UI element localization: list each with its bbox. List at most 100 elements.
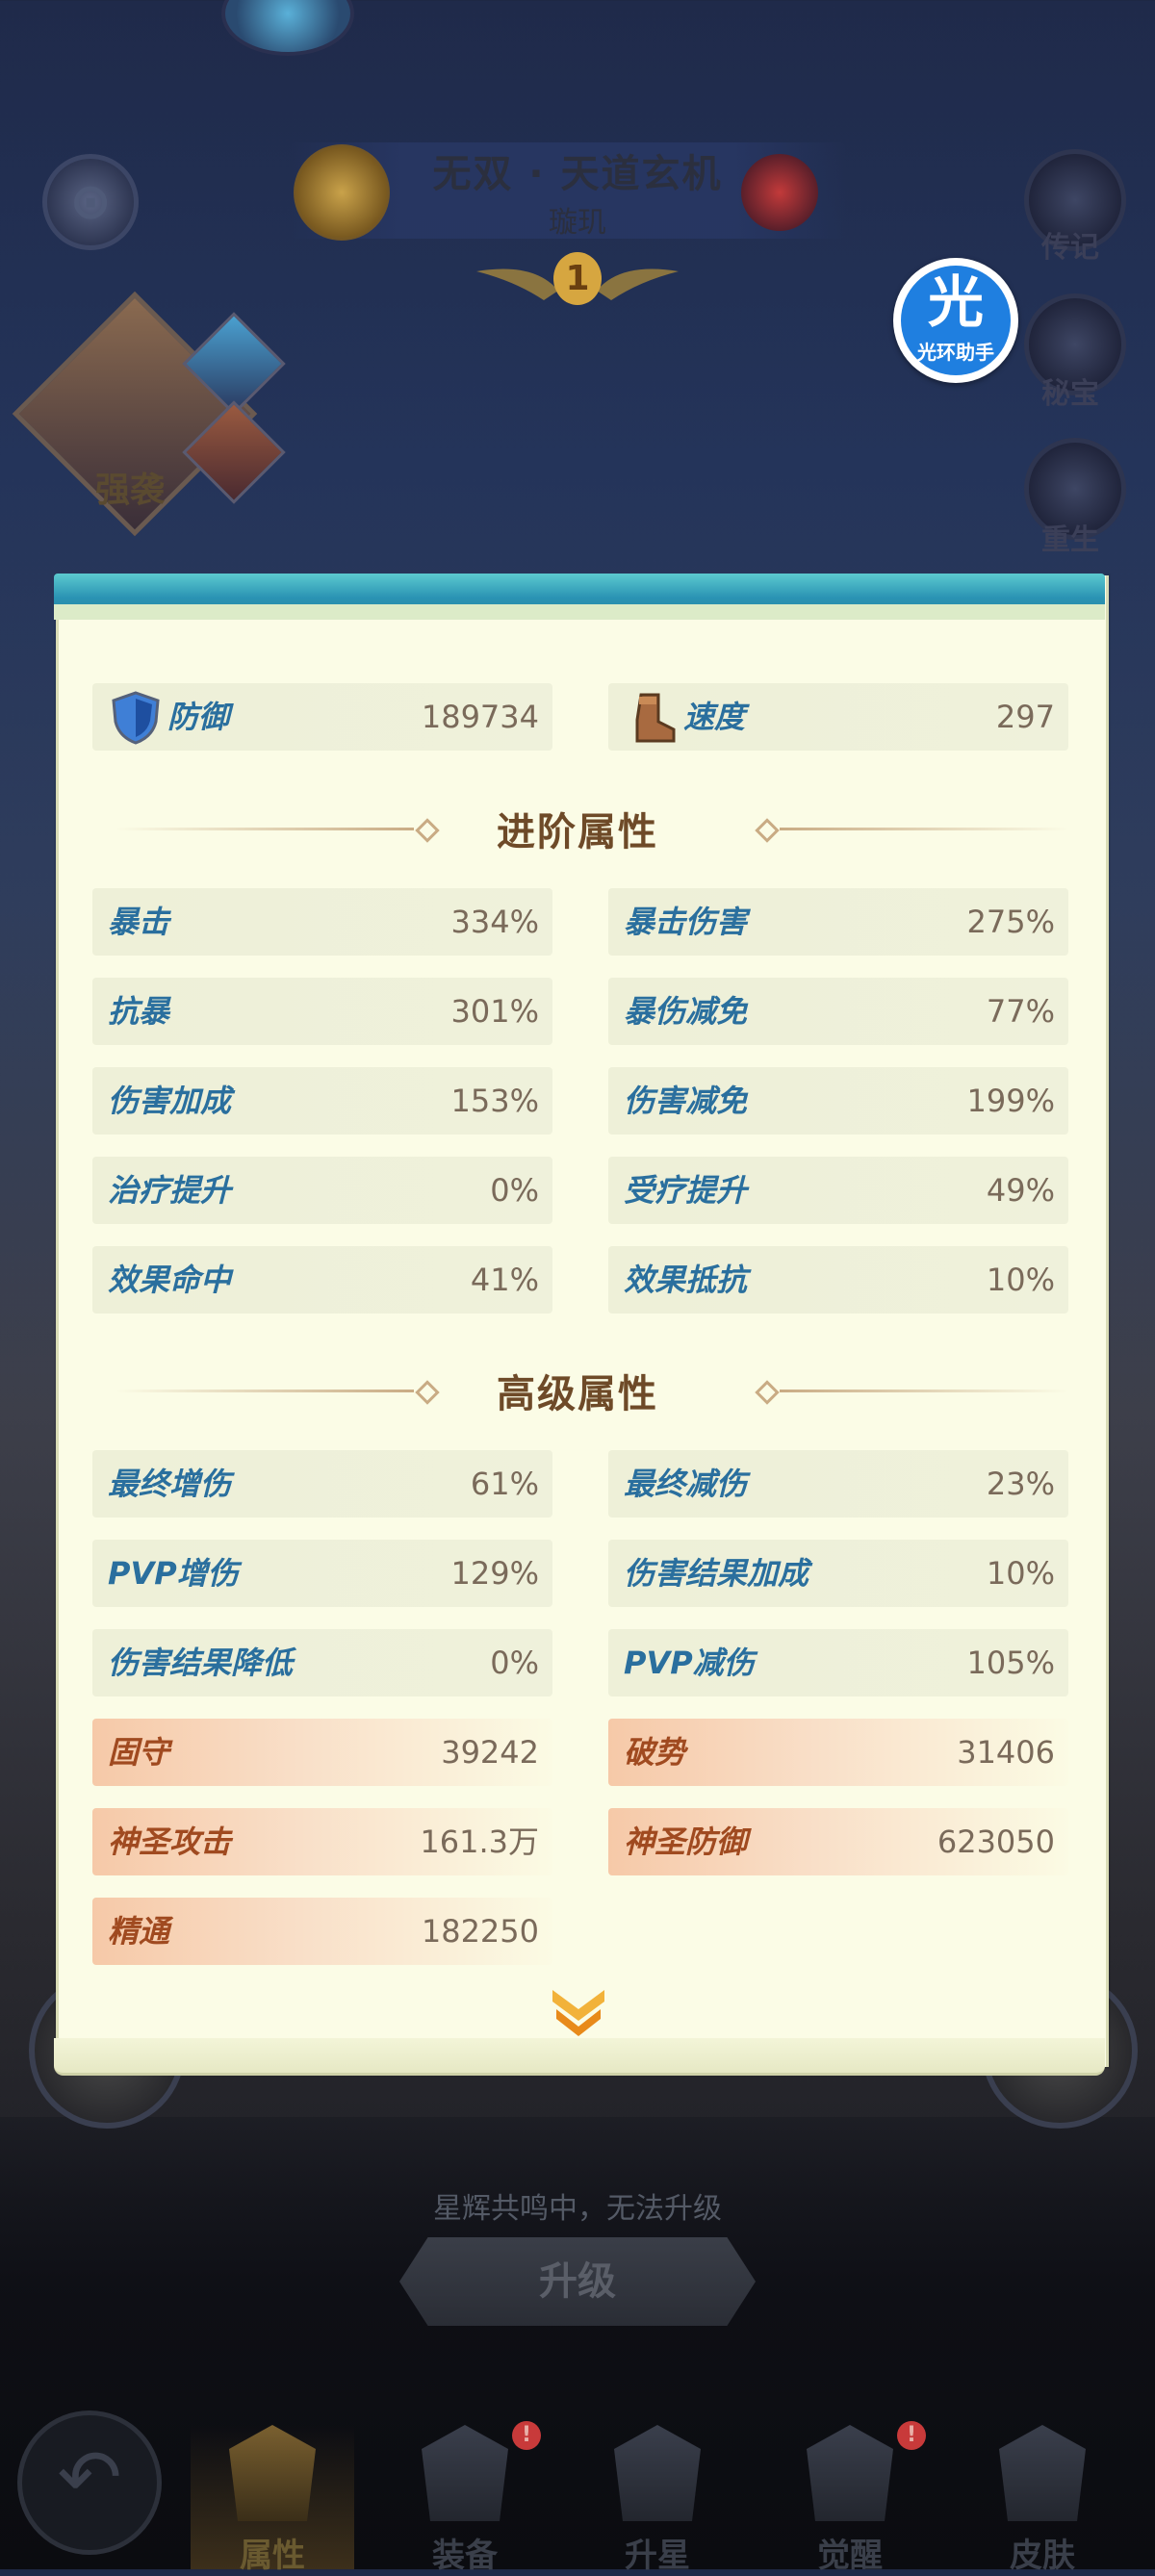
stat-name: 暴击伤害 <box>624 904 748 940</box>
stat-mastery: 精通 182250 <box>92 1898 552 1965</box>
shield-icon <box>112 691 160 745</box>
stat-value: 105% <box>966 1645 1055 1681</box>
stat-value: 301% <box>450 993 539 1030</box>
stat-value: 275% <box>966 904 1055 940</box>
section-divider <box>780 828 1068 830</box>
chevron-down-icon[interactable] <box>547 1984 610 2042</box>
stat-name: 受疗提升 <box>624 1172 748 1209</box>
panel-header-edge <box>54 604 1105 620</box>
stat-name: 神圣防御 <box>624 1824 748 1860</box>
stat-crit-damage: 暴击伤害 275% <box>608 888 1068 956</box>
stat-holy-attack: 神圣攻击 161.3万 <box>92 1808 552 1875</box>
stat-healing-received: 受疗提升 49% <box>608 1157 1068 1224</box>
stat-name: 固守 <box>108 1734 170 1771</box>
side-item-rebirth[interactable]: 重生 <box>1013 516 1128 558</box>
assistant-glyph: 光 <box>927 269 984 335</box>
stat-damage-result-reduction: 伤害结果降低 0% <box>92 1629 552 1696</box>
stat-value: 0% <box>490 1645 539 1681</box>
stat-name: 神圣攻击 <box>108 1824 232 1860</box>
stat-value: 10% <box>986 1262 1055 1298</box>
stat-name: PVP增伤 <box>108 1555 239 1592</box>
stat-name: 暴伤减免 <box>624 993 748 1030</box>
stat-value: 23% <box>986 1466 1055 1502</box>
stat-value: 129% <box>450 1555 539 1592</box>
upgrade-notice: 星辉共鸣中，无法升级 <box>433 2192 722 2226</box>
stat-name: 精通 <box>108 1913 170 1950</box>
pet-avatar[interactable] <box>221 0 354 56</box>
stat-value: 39242 <box>441 1734 539 1771</box>
stat-value: 41% <box>470 1262 539 1298</box>
stat-value: 49% <box>986 1172 1055 1209</box>
stat-name: 伤害加成 <box>108 1083 232 1119</box>
upgrade-button[interactable]: 升级 <box>399 2237 756 2326</box>
stat-value: 31406 <box>957 1734 1055 1771</box>
lock-icon[interactable]: ⊙ <box>42 154 139 250</box>
stat-pvp-damage-reduction: PVP减伤 105% <box>608 1629 1068 1696</box>
stat-damage-bonus: 伤害加成 153% <box>92 1067 552 1135</box>
stat-crit-resist: 抗暴 301% <box>92 978 552 1045</box>
tab-skins[interactable]: 皮肤 <box>961 2425 1124 2575</box>
stat-speed: 速度 297 <box>608 683 1068 751</box>
stat-name: PVP减伤 <box>624 1645 755 1681</box>
armor-icon <box>999 2425 1086 2521</box>
tab-attributes[interactable]: 属性 <box>191 2425 354 2575</box>
stat-name: 效果抵抗 <box>624 1262 748 1298</box>
stat-value: 334% <box>450 904 539 940</box>
hero-name: 璇玑 <box>549 206 606 240</box>
stat-steadfast: 固守 39242 <box>92 1719 552 1786</box>
stat-name: 破势 <box>624 1734 686 1771</box>
notification-badge: ! <box>512 2421 541 2450</box>
stat-pvp-damage-boost: PVP增伤 129% <box>92 1540 552 1607</box>
helmet-icon <box>229 2425 316 2521</box>
panel-footer-edge <box>54 2038 1105 2076</box>
tab-star-up[interactable]: 升星 <box>576 2425 739 2575</box>
stat-healing-boost: 治疗提升 0% <box>92 1157 552 1224</box>
stat-damage-reduction: 伤害减免 199% <box>608 1067 1068 1135</box>
stat-name: 最终增伤 <box>108 1466 232 1502</box>
stat-value: 10% <box>986 1555 1055 1592</box>
awaken-icon <box>807 2425 893 2521</box>
stat-effect-resist: 效果抵抗 10% <box>608 1246 1068 1314</box>
stat-final-damage-reduction: 最终减伤 23% <box>608 1450 1068 1518</box>
stat-name: 效果命中 <box>108 1262 232 1298</box>
stat-value: 77% <box>986 993 1055 1030</box>
stat-name: 抗暴 <box>108 993 170 1030</box>
stat-holy-defense: 神圣防御 623050 <box>608 1808 1068 1875</box>
tab-equipment[interactable]: ! 装备 <box>383 2421 547 2575</box>
stat-value: 297 <box>995 699 1055 735</box>
team-tag: 强袭 <box>94 471 165 510</box>
stat-value: 61% <box>470 1466 539 1502</box>
stat-defense: 防御 189734 <box>92 683 552 751</box>
stat-value: 189734 <box>421 699 539 735</box>
assistant-logo-icon[interactable]: 光 光环助手 <box>901 266 1011 375</box>
stat-crit: 暴击 334% <box>92 888 552 956</box>
stat-crit-damage-reduction: 暴伤减免 77% <box>608 978 1068 1045</box>
stat-value: 199% <box>966 1083 1055 1119</box>
back-arrow-icon[interactable]: ↶ <box>17 2410 162 2555</box>
stat-value: 153% <box>450 1083 539 1119</box>
stat-final-damage-boost: 最终增伤 61% <box>92 1450 552 1518</box>
stat-name: 速度 <box>683 699 746 735</box>
stat-name: 防御 <box>167 699 230 735</box>
stat-name: 伤害结果加成 <box>624 1555 809 1592</box>
stat-effect-hit: 效果命中 41% <box>92 1246 552 1314</box>
boot-icon <box>635 693 676 743</box>
stat-name: 最终减伤 <box>624 1466 748 1502</box>
stat-name: 伤害减免 <box>624 1083 748 1119</box>
stat-value: 623050 <box>937 1824 1055 1860</box>
stat-value: 161.3万 <box>420 1824 539 1860</box>
assistant-label: 光环助手 <box>917 341 994 364</box>
stat-damage-result-bonus: 伤害结果加成 10% <box>608 1540 1068 1607</box>
star-icon <box>614 2425 701 2521</box>
sword-icon <box>422 2425 508 2521</box>
stat-value: 0% <box>490 1172 539 1209</box>
rank-badge: 1 <box>553 252 602 305</box>
notification-badge: ! <box>897 2421 926 2450</box>
stat-breakthrough: 破势 31406 <box>608 1719 1068 1786</box>
stat-name: 治疗提升 <box>108 1172 232 1209</box>
side-item-biography[interactable]: 传记 <box>1013 223 1128 266</box>
side-item-treasure[interactable]: 秘宝 <box>1013 370 1128 412</box>
tab-awaken[interactable]: ! 觉醒 <box>768 2421 932 2575</box>
stat-name: 暴击 <box>108 904 170 940</box>
stat-value: 182250 <box>421 1913 539 1950</box>
